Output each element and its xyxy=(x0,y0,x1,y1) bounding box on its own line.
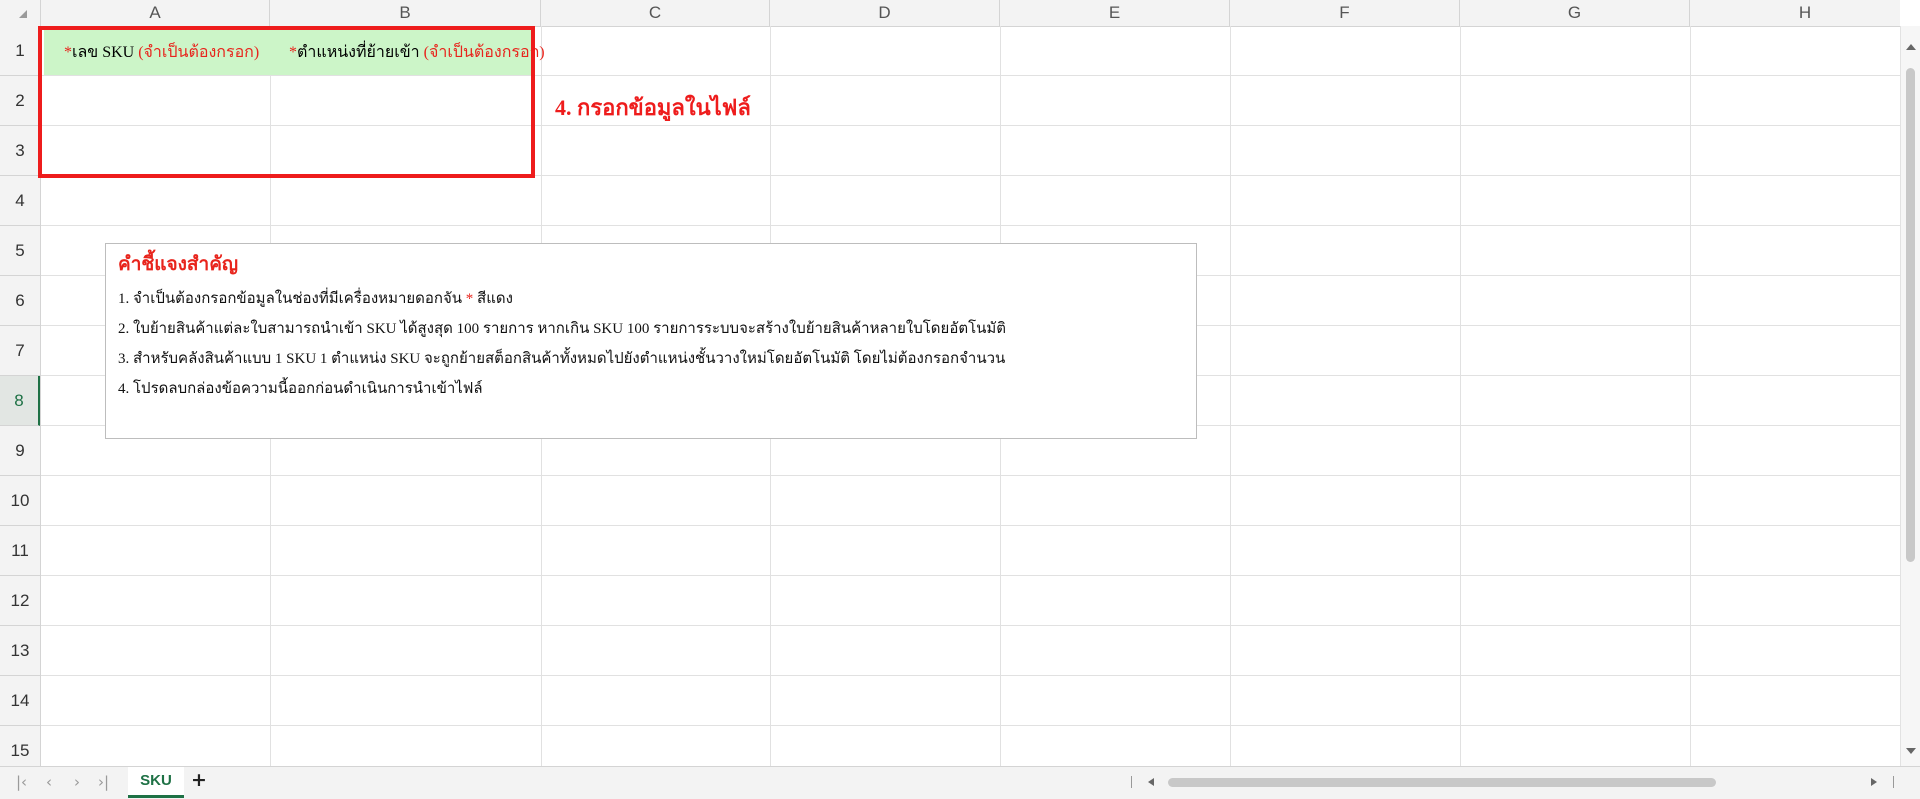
row-header-bar: 1 2 3 4 5 6 7 8 9 10 11 12 13 14 15 xyxy=(0,26,41,766)
row-header-1[interactable]: 1 xyxy=(0,26,40,76)
row-header-5[interactable]: 5 xyxy=(0,226,40,276)
row-header-3[interactable]: 3 xyxy=(0,126,40,176)
row-header-7[interactable]: 7 xyxy=(0,326,40,376)
notice-title: คำชี้แจงสำคัญ xyxy=(118,254,239,275)
column-header-g[interactable]: G xyxy=(1460,0,1690,26)
row-header-6[interactable]: 6 xyxy=(0,276,40,326)
notice-line-4: 4. โปรดลบกล่องข้อความนี้ออกก่อนดำเนินการ… xyxy=(118,381,483,397)
row-header-12[interactable]: 12 xyxy=(0,576,40,626)
next-sheet-icon[interactable]: › xyxy=(74,773,80,791)
column-header-e[interactable]: E xyxy=(1000,0,1230,26)
row-header-4[interactable]: 4 xyxy=(0,176,40,226)
vertical-scroll-thumb[interactable] xyxy=(1906,68,1915,562)
sheet-tab-bar: |‹ ‹ › ›| SKU + xyxy=(0,766,1920,799)
row-header-13[interactable]: 13 xyxy=(0,626,40,676)
column-header-a[interactable]: A xyxy=(41,0,270,26)
column-header-h[interactable]: H xyxy=(1690,0,1920,26)
sheet-tab-sku[interactable]: SKU xyxy=(128,767,184,798)
column-header-d[interactable]: D xyxy=(770,0,1000,26)
instruction-callout: 4. กรอกข้อมูลในไฟล์ xyxy=(555,95,751,120)
scroll-separator xyxy=(1131,776,1132,788)
column-header-f[interactable]: F xyxy=(1230,0,1460,26)
column-header-bar: A B C D E F G H xyxy=(0,0,1900,27)
prev-sheet-icon[interactable]: ‹ xyxy=(46,773,52,791)
scroll-up-arrow-icon[interactable] xyxy=(1906,44,1916,50)
scroll-right-arrow-icon[interactable] xyxy=(1871,778,1877,786)
corner-triangle-icon xyxy=(19,10,27,18)
row-header-11[interactable]: 11 xyxy=(0,526,40,576)
column-header-b[interactable]: B xyxy=(270,0,541,26)
scroll-separator xyxy=(1893,776,1894,788)
row-header-8[interactable]: 8 xyxy=(0,376,40,426)
scroll-left-arrow-icon[interactable] xyxy=(1148,778,1154,786)
row-header-14[interactable]: 14 xyxy=(0,676,40,726)
last-sheet-icon[interactable]: ›| xyxy=(98,773,109,791)
notice-line-1-text: 1. จำเป็นต้องกรอกข้อมูลในช่องที่มีเครื่อ… xyxy=(118,291,466,307)
highlight-box xyxy=(38,26,535,178)
notice-line-3: 3. สำหรับคลังสินค้าแบบ 1 SKU 1 ตำแหน่ง S… xyxy=(118,351,1006,367)
notice-line-1-end: สีแดง xyxy=(473,291,513,307)
horizontal-scroll-thumb[interactable] xyxy=(1168,778,1716,787)
add-sheet-button[interactable]: + xyxy=(191,769,207,791)
row-header-10[interactable]: 10 xyxy=(0,476,40,526)
notice-line-1: 1. จำเป็นต้องกรอกข้อมูลในช่องที่มีเครื่อ… xyxy=(118,284,1184,314)
first-sheet-icon[interactable]: |‹ xyxy=(16,773,27,791)
row-header-9[interactable]: 9 xyxy=(0,426,40,476)
row-header-15[interactable]: 15 xyxy=(0,726,40,766)
instruction-textbox[interactable]: คำชี้แจงสำคัญ 1. จำเป็นต้องกรอกข้อมูลในช… xyxy=(105,243,1197,439)
vertical-scrollbar[interactable] xyxy=(1900,26,1920,766)
scroll-down-arrow-icon[interactable] xyxy=(1906,748,1916,754)
select-all-corner[interactable] xyxy=(0,0,41,26)
spreadsheet: A B C D E F G H 1 2 3 4 5 6 7 8 9 10 11 … xyxy=(0,0,1920,766)
row-header-2[interactable]: 2 xyxy=(0,76,40,126)
column-header-c[interactable]: C xyxy=(541,0,770,26)
notice-line-2: 2. ใบย้ายสินค้าแต่ละใบสามารถนำเข้า SKU ไ… xyxy=(118,321,1007,337)
